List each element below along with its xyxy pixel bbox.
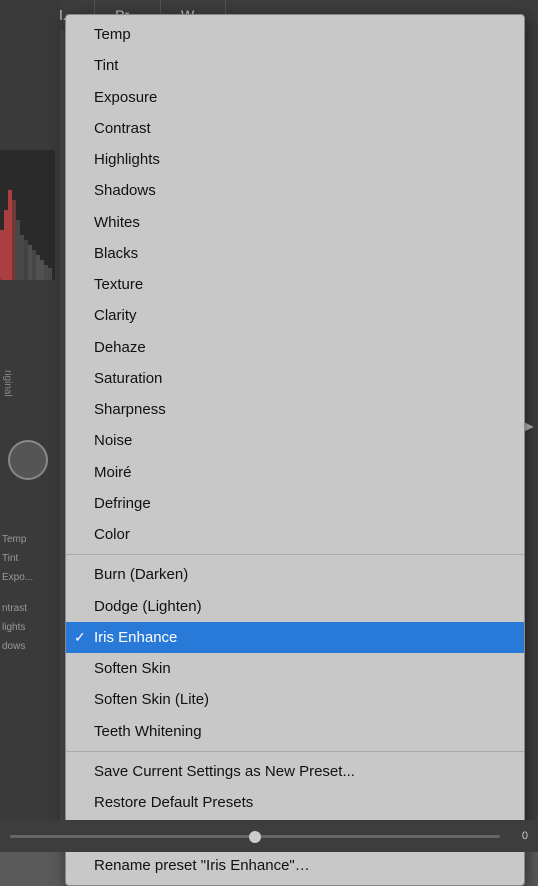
expand-icon[interactable]: ▶	[524, 419, 533, 433]
bg-label-expo: Expo...	[2, 572, 55, 583]
checkmark-icon: ✓	[74, 627, 86, 649]
bg-label-shadows: dows	[2, 641, 55, 652]
menu-item-label: Save Current Settings as New Preset...	[94, 760, 355, 783]
menu-item-contrast[interactable]: Contrast	[66, 113, 524, 144]
menu-item-exposure[interactable]: Exposure	[66, 82, 524, 113]
menu-item-restore-presets[interactable]: Restore Default Presets	[66, 787, 524, 818]
menu-item-label: Shadows	[94, 179, 156, 202]
menu-item-label: Clarity	[94, 304, 137, 327]
menu-item-texture[interactable]: Texture	[66, 269, 524, 300]
menu-item-temp[interactable]: Temp	[66, 19, 524, 50]
menu-item-iris-enhance[interactable]: ✓ Iris Enhance	[66, 622, 524, 653]
menu-item-label: Dehaze	[94, 336, 146, 359]
menu-item-saturation[interactable]: Saturation	[66, 363, 524, 394]
menu-item-label: Temp	[94, 23, 131, 46]
slider-track[interactable]	[10, 835, 500, 838]
menu-item-label: Burn (Darken)	[94, 563, 188, 586]
menu-item-soften-skin-lite[interactable]: Soften Skin (Lite)	[66, 684, 524, 715]
menu-item-label: Restore Default Presets	[94, 791, 253, 814]
menu-item-clarity[interactable]: Clarity	[66, 300, 524, 331]
original-label: riginal	[2, 370, 13, 397]
menu-section-presets: Save Current Settings as New Preset... R…	[66, 751, 524, 885]
menu-item-label: Soften Skin (Lite)	[94, 688, 209, 711]
menu-item-label: Iris Enhance	[94, 626, 177, 649]
menu-item-sharpness[interactable]: Sharpness	[66, 394, 524, 425]
menu-item-label: Whites	[94, 211, 140, 234]
menu-item-label: Moiré	[94, 461, 132, 484]
menu-item-label: Exposure	[94, 86, 157, 109]
menu-item-moire[interactable]: Moiré	[66, 457, 524, 488]
menu-item-label: Defringe	[94, 492, 151, 515]
bg-label-temp: Temp	[2, 534, 55, 545]
menu-item-label: Dodge (Lighten)	[94, 595, 202, 618]
menu-item-dodge[interactable]: Dodge (Lighten)	[66, 591, 524, 622]
menu-item-soften-skin[interactable]: Soften Skin	[66, 653, 524, 684]
menu-item-label: Teeth Whitening	[94, 720, 202, 743]
menu-item-dehaze[interactable]: Dehaze	[66, 332, 524, 363]
bg-label-tint: Tint	[2, 553, 55, 564]
menu-item-label: Highlights	[94, 148, 160, 171]
menu-item-tint[interactable]: Tint	[66, 50, 524, 81]
bg-label-contrast: ntrast	[2, 603, 55, 614]
menu-item-label: Rename preset "Iris Enhance"…	[94, 854, 310, 877]
menu-item-color[interactable]: Color	[66, 519, 524, 550]
bg-label-highlights: lights	[2, 622, 55, 633]
menu-section-portrait: Burn (Darken) Dodge (Lighten) ✓ Iris Enh…	[66, 554, 524, 751]
menu-item-label: Saturation	[94, 367, 162, 390]
menu-item-label: Tint	[94, 54, 118, 77]
menu-item-label: Soften Skin	[94, 657, 171, 680]
dropdown-menu: Temp Tint Exposure Contrast Highlights S…	[65, 14, 525, 886]
left-panel-bg: riginal Temp Tint Expo... ntrast lights …	[0, 0, 60, 852]
menu-item-burn[interactable]: Burn (Darken)	[66, 559, 524, 590]
bottom-bar: 0	[0, 820, 538, 852]
circle-element	[8, 440, 48, 480]
menu-item-highlights[interactable]: Highlights	[66, 144, 524, 175]
menu-item-label: Blacks	[94, 242, 138, 265]
menu-section-basic: Temp Tint Exposure Contrast Highlights S…	[66, 15, 524, 554]
menu-item-blacks[interactable]: Blacks	[66, 238, 524, 269]
menu-item-noise[interactable]: Noise	[66, 425, 524, 456]
menu-item-shadows[interactable]: Shadows	[66, 175, 524, 206]
menu-item-label: Sharpness	[94, 398, 166, 421]
menu-item-save-preset[interactable]: Save Current Settings as New Preset...	[66, 756, 524, 787]
menu-item-defringe[interactable]: Defringe	[66, 488, 524, 519]
histogram-bg	[0, 150, 55, 280]
slider-thumb[interactable]	[249, 831, 261, 843]
menu-item-whites[interactable]: Whites	[66, 207, 524, 238]
menu-item-label: Contrast	[94, 117, 151, 140]
slider-value: 0	[508, 830, 528, 842]
slider-area: 0	[0, 830, 538, 842]
menu-item-label: Color	[94, 523, 130, 546]
menu-item-teeth-whitening[interactable]: Teeth Whitening	[66, 716, 524, 747]
menu-item-rename-preset[interactable]: Rename preset "Iris Enhance"…	[66, 850, 524, 881]
menu-item-label: Noise	[94, 429, 132, 452]
menu-item-label: Texture	[94, 273, 143, 296]
